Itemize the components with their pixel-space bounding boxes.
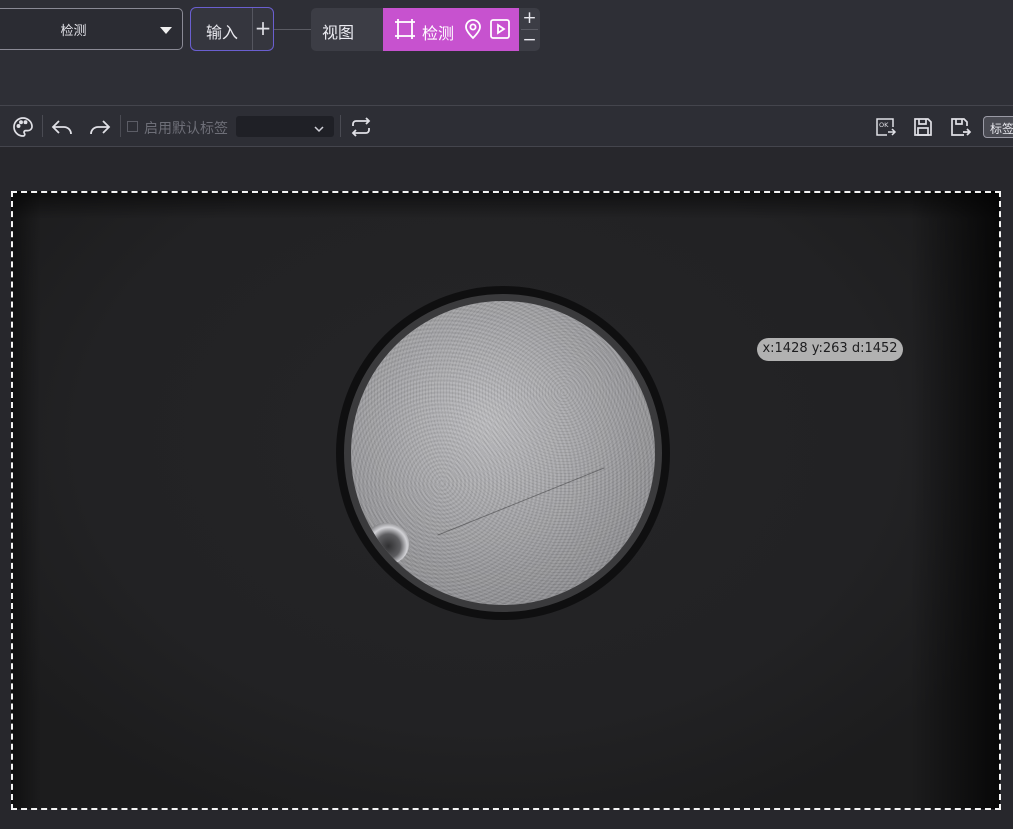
collapse-button[interactable]: − [519,30,540,51]
node-connector-line [274,29,311,30]
crop-frame-icon[interactable] [393,17,417,41]
annotation-toolbar: 启用默认标签 OK 标签 [0,105,1013,147]
location-pin-icon[interactable] [461,17,485,41]
expand-button[interactable]: + [519,8,540,29]
mode-dropdown[interactable]: 检测 [0,8,183,50]
chevron-down-icon [313,120,325,139]
save-icon[interactable] [911,115,935,139]
redo-icon[interactable] [88,115,112,139]
tag-button-label: 标签 [990,122,1013,136]
view-node[interactable]: 视图 [311,8,383,51]
tag-button[interactable]: 标签 [983,116,1013,138]
svg-text:OK: OK [879,121,889,129]
input-node-label: 输入 [205,23,238,42]
toolbar-divider [120,115,121,137]
detect-node-label: 检测 [422,24,455,43]
node-editor-area: 检测 输入 + 视图 检测 + − [0,0,1013,105]
ok-export-icon[interactable]: OK [873,115,897,139]
default-label-dropdown[interactable] [236,116,334,137]
save-as-icon[interactable] [948,115,972,139]
mode-dropdown-value: 检测 [60,24,87,39]
repeat-icon[interactable] [349,115,373,139]
play-icon[interactable] [488,17,512,41]
selection-box[interactable] [11,191,1001,810]
caret-down-icon [160,27,172,34]
default-label-checkbox-label: 启用默认标签 [144,121,228,137]
zoom-stepper: + − [519,8,540,51]
view-node-label: 视图 [322,23,355,42]
toolbar-divider [340,115,341,137]
default-label-checkbox[interactable] [127,121,138,132]
palette-icon[interactable] [11,115,35,139]
toolbar-divider [42,115,43,137]
undo-icon[interactable] [50,115,74,139]
input-node[interactable]: 输入 + [190,7,274,51]
detect-node[interactable]: 检测 [383,8,519,51]
add-node-button[interactable]: + [253,16,273,40]
